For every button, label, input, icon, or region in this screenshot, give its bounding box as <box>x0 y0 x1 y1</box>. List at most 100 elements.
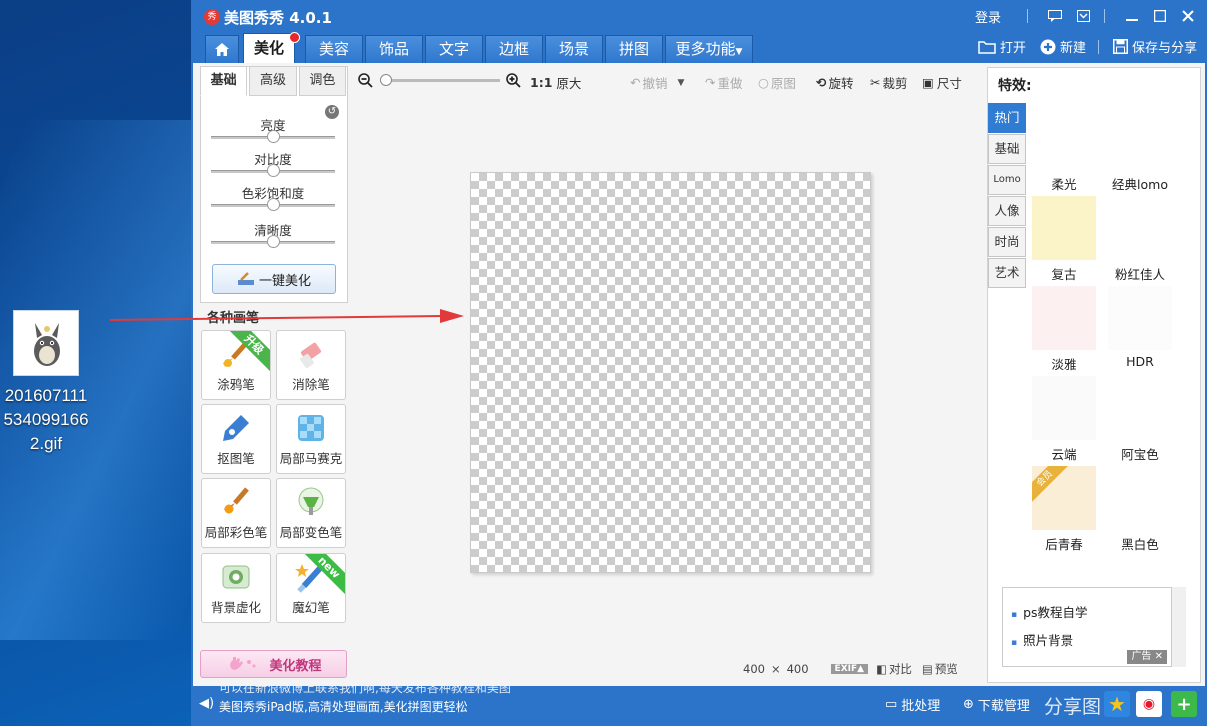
close-icon[interactable] <box>1177 6 1199 26</box>
effect-elegant[interactable]: 淡雅 <box>1032 286 1096 373</box>
contrast-slider[interactable]: 对比度 <box>211 149 335 177</box>
hand-icon <box>230 657 256 670</box>
dropdown-arrow-icon: ▼ <box>735 47 743 57</box>
adjust-tab-advanced[interactable]: 高级 <box>249 66 297 96</box>
effect-vintage[interactable]: 复古 <box>1032 196 1096 283</box>
canvas-toolbar: 1:1 原大 ↶ 撤销 ▼ ↷ 重做 ○ 原图 ⟲ 旋转 ✂ 裁剪 ▣ 尺寸 <box>358 69 978 93</box>
slider-thumb[interactable] <box>267 198 280 211</box>
effect-thumbnail <box>1108 466 1172 530</box>
doodle-brush-button[interactable]: 升级 涂鸦笔 <box>201 330 271 400</box>
new-button[interactable]: 新建 <box>1040 37 1086 56</box>
effect-thumbnail <box>1108 286 1172 350</box>
effect-classic-lomo[interactable]: 经典lomo <box>1100 106 1180 193</box>
news-ticker[interactable]: 可以在新浪微博上联系我们啊,每天发布各种教程和美图 美图秀秀iPad版,高清处理… <box>219 686 859 726</box>
mosaic-brush-button[interactable]: 局部马赛克 <box>276 404 346 474</box>
recolor-brush-button[interactable]: 局部变色笔 <box>276 478 346 548</box>
message-icon[interactable] <box>1044 6 1066 26</box>
slider-thumb[interactable] <box>267 164 280 177</box>
home-icon <box>215 43 229 56</box>
resize-button[interactable]: ▣ 尺寸 <box>922 73 962 92</box>
crop-button[interactable]: ✂ 裁剪 <box>870 73 908 92</box>
color-brush-icon <box>224 487 249 514</box>
effect-category-basic[interactable]: 基础 <box>988 134 1026 164</box>
tab-collage[interactable]: 拼图 <box>605 35 663 63</box>
save-share-button[interactable]: 保存与分享 <box>1112 37 1197 56</box>
eraser-brush-button[interactable]: 消除笔 <box>276 330 346 400</box>
redo-button[interactable]: ↷ 重做 <box>705 73 743 92</box>
canvas-status: 400 × 400 EXIF▲ ◧ 对比 ▤ 预览 <box>743 661 958 677</box>
exif-button[interactable]: EXIF▲ <box>830 664 869 674</box>
effect-abao[interactable]: 阿宝色 <box>1100 376 1180 463</box>
effect-category-hot[interactable]: 热门 <box>988 103 1026 133</box>
saturation-slider[interactable]: 色彩饱和度 <box>211 183 335 211</box>
totoro-icon <box>34 323 60 366</box>
zoom-in-icon[interactable] <box>506 73 521 88</box>
weibo-icon[interactable]: ◉ <box>1136 691 1162 717</box>
tab-scene[interactable]: 场景 <box>545 35 603 63</box>
chevron-down-icon[interactable]: ▼ <box>678 78 685 88</box>
effect-thumbnail <box>1032 376 1096 440</box>
minimize-icon[interactable] <box>1121 6 1143 26</box>
main-tab-bar: 美化 美容 饰品 文字 边框 场景 拼图 更多功能▼ 打开 新建 保存与分享 <box>191 32 1207 63</box>
tab-ornament[interactable]: 饰品 <box>365 35 423 63</box>
download-manager-button[interactable]: ⊕ 下载管理 <box>963 695 1030 714</box>
batch-process-button[interactable]: ▭ 批处理 <box>885 695 940 714</box>
actual-size-button[interactable]: 1:1 原大 <box>530 73 581 92</box>
effect-hdr[interactable]: HDR <box>1100 286 1180 369</box>
magic-wand-icon <box>237 272 254 285</box>
eraser-icon <box>300 342 322 368</box>
magic-brush-button[interactable]: new 魔幻笔 <box>276 553 346 623</box>
tab-more[interactable]: 更多功能▼ <box>665 35 753 63</box>
preview-button[interactable]: ▤ 预览 <box>922 661 958 677</box>
effect-cloud[interactable]: 云端 <box>1032 376 1096 463</box>
image-height: 400 <box>786 662 809 676</box>
effect-post-youth[interactable]: 会员 后青春 <box>1032 466 1096 553</box>
ad-scrollbar[interactable] <box>1172 587 1186 667</box>
image-width: 400 <box>743 662 765 676</box>
sharpness-slider[interactable]: 清晰度 <box>211 220 335 248</box>
effect-soft-light[interactable]: 柔光 <box>1032 106 1096 193</box>
slider-thumb[interactable] <box>267 130 280 143</box>
effect-pink-lady[interactable]: 粉红佳人 <box>1100 196 1180 283</box>
home-tab[interactable] <box>205 35 239 63</box>
slider-thumb[interactable] <box>267 235 280 248</box>
qzone-star-icon[interactable]: ★ <box>1104 691 1130 717</box>
brightness-slider[interactable]: 亮度 <box>211 115 335 143</box>
open-button[interactable]: 打开 <box>978 37 1026 56</box>
effect-thumbnail <box>1108 376 1172 440</box>
effect-category-fashion[interactable]: 时尚 <box>988 227 1026 257</box>
local-color-brush-button[interactable]: 局部彩色笔 <box>201 478 271 548</box>
rotate-button[interactable]: ⟲ 旋转 <box>816 73 854 92</box>
meitu-window: 秀 美图秀秀 4.0.1 登录 美化 美容 饰品 文字 边框 场景 拼图 更多功… <box>191 0 1207 726</box>
zoom-slider[interactable] <box>380 74 500 86</box>
original-button[interactable]: ○ 原图 <box>758 73 796 92</box>
beautify-tutorial-button[interactable]: 美化教程 <box>200 650 347 678</box>
compare-button[interactable]: ◧ 对比 <box>876 661 912 677</box>
adjust-tab-color[interactable]: 调色 <box>298 66 346 96</box>
more-share-plus-icon[interactable]: + <box>1171 691 1197 717</box>
tab-text[interactable]: 文字 <box>425 35 483 63</box>
ad-link[interactable]: ps教程自学 <box>1011 602 1087 621</box>
effect-category-art[interactable]: 艺术 <box>988 258 1026 288</box>
menu-icon[interactable] <box>1072 6 1094 26</box>
tab-border[interactable]: 边框 <box>485 35 543 63</box>
adjust-tab-basic[interactable]: 基础 <box>200 66 248 96</box>
undo-button[interactable]: ↶ 撤销 ▼ <box>630 73 684 92</box>
cutout-brush-button[interactable]: 抠图笔 <box>201 404 271 474</box>
zoom-out-icon[interactable] <box>358 73 373 88</box>
speaker-icon[interactable]: ◀) <box>199 696 214 711</box>
background-blur-button[interactable]: 背景虚化 <box>201 553 271 623</box>
effect-category-lomo[interactable]: Lomo <box>988 165 1026 195</box>
one-click-beautify-button[interactable]: 一键美化 <box>212 264 336 294</box>
effect-category-portrait[interactable]: 人像 <box>988 196 1026 226</box>
tab-face[interactable]: 美容 <box>305 35 363 63</box>
effect-black-white[interactable]: 黑白色 <box>1100 466 1180 553</box>
image-canvas[interactable] <box>470 172 871 573</box>
ad-link[interactable]: 照片背景 <box>1011 630 1073 649</box>
effect-thumbnail <box>1032 196 1096 260</box>
blur-icon <box>222 565 250 589</box>
maximize-icon[interactable] <box>1149 6 1171 26</box>
tab-beautify[interactable]: 美化 <box>243 32 300 63</box>
ad-tag[interactable]: 广告 ✕ <box>1127 650 1167 664</box>
login-link[interactable]: 登录 <box>975 7 1001 26</box>
